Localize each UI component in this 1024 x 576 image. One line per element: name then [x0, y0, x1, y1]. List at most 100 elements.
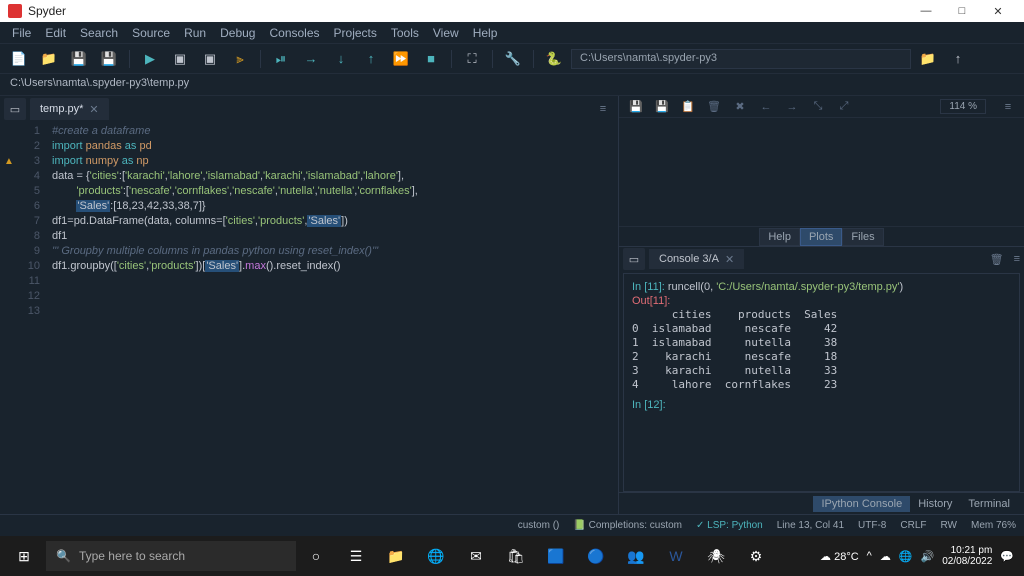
- close-button[interactable]: ✕: [980, 5, 1016, 18]
- explorer-icon[interactable]: 📁: [376, 538, 416, 574]
- chrome-icon[interactable]: 🔵: [576, 538, 616, 574]
- menu-debug[interactable]: Debug: [214, 24, 261, 42]
- code-line[interactable]: df1=pd.DataFrame(data, columns=['cities'…: [52, 214, 618, 229]
- status-lsp[interactable]: ✓ LSP: Python: [696, 520, 763, 531]
- step-button[interactable]: →: [298, 48, 324, 70]
- menu-view[interactable]: View: [427, 24, 465, 42]
- save-plot-button[interactable]: 💾: [625, 100, 647, 113]
- code-line[interactable]: import numpy as np: [52, 154, 618, 169]
- mail-icon[interactable]: ✉: [456, 538, 496, 574]
- menu-search[interactable]: Search: [74, 24, 124, 42]
- start-button[interactable]: ⊞: [4, 538, 44, 574]
- next-plot-button[interactable]: →: [781, 101, 803, 113]
- menu-run[interactable]: Run: [178, 24, 212, 42]
- minimize-button[interactable]: —: [908, 5, 944, 17]
- status-cursor-pos: Line 13, Col 41: [777, 520, 844, 531]
- right-tab-plots[interactable]: Plots: [800, 228, 842, 246]
- maximize-pane-button[interactable]: ⛶: [459, 48, 485, 70]
- volume-icon[interactable]: 🔊: [921, 550, 935, 563]
- system-clock[interactable]: 10:21 pm 02/08/2022: [942, 545, 992, 567]
- code-line[interactable]: data = {'cities':['karachi','lahore','is…: [52, 169, 618, 184]
- menu-file[interactable]: File: [6, 24, 37, 42]
- code-line[interactable]: 'products':['nescafe','cornflakes','nesc…: [52, 184, 618, 199]
- console-output[interactable]: In [11]: runcell(0, 'C:/Users/namta/.spy…: [623, 273, 1020, 492]
- code-line[interactable]: #create a dataframe: [52, 124, 618, 139]
- menu-projects[interactable]: Projects: [328, 24, 383, 42]
- continue-button[interactable]: ⏩: [388, 48, 414, 70]
- new-file-button[interactable]: 📄: [6, 48, 32, 70]
- store-icon[interactable]: 🛍: [496, 538, 536, 574]
- right-tab-help[interactable]: Help: [759, 228, 800, 246]
- code-line[interactable]: df1.groupby(['cities','products'])['Sale…: [52, 259, 618, 274]
- copy-plot-button[interactable]: 📋: [677, 100, 699, 113]
- right-tab-files[interactable]: Files: [842, 228, 883, 246]
- debug-button[interactable]: ⏯: [268, 48, 294, 70]
- tab-close-icon[interactable]: ✕: [89, 103, 98, 116]
- file-switcher-button[interactable]: ▭: [4, 98, 26, 120]
- menu-tools[interactable]: Tools: [385, 24, 425, 42]
- console-stop-button[interactable]: 🗑: [990, 253, 1004, 266]
- editor-tab-temp[interactable]: temp.py* ✕: [30, 98, 109, 120]
- step-into-button[interactable]: ↓: [328, 48, 354, 70]
- open-file-button[interactable]: 📁: [36, 48, 62, 70]
- python-path-button[interactable]: 🐍: [541, 48, 567, 70]
- console-tab-close-icon[interactable]: ✕: [725, 253, 734, 266]
- run-selection-button[interactable]: ⫸: [227, 48, 253, 70]
- edge-icon[interactable]: 🌐: [416, 538, 456, 574]
- notification-icon[interactable]: 💬: [1000, 550, 1014, 563]
- code-editor[interactable]: ▲ 12345678910111213 #create a dataframei…: [0, 122, 618, 514]
- parent-dir-button[interactable]: ↑: [945, 48, 971, 70]
- code-line[interactable]: df1: [52, 229, 618, 244]
- menu-consoles[interactable]: Consoles: [263, 24, 325, 42]
- code-line[interactable]: 'Sales':[18,23,42,33,38,7]}: [52, 199, 618, 214]
- prev-plot-button[interactable]: ←: [755, 101, 777, 113]
- preferences-button[interactable]: 🔧: [500, 48, 526, 70]
- teams-icon[interactable]: 👥: [616, 538, 656, 574]
- code-line[interactable]: import pandas as pd: [52, 139, 618, 154]
- console-tab-history[interactable]: History: [910, 496, 960, 512]
- console-options-button[interactable]: ≡: [1014, 253, 1020, 266]
- run-cell-button[interactable]: ▣: [167, 48, 193, 70]
- editor-options-button[interactable]: ≡: [592, 103, 614, 115]
- step-out-button[interactable]: ↑: [358, 48, 384, 70]
- status-encoding[interactable]: UTF-8: [858, 520, 886, 531]
- working-dir-combo[interactable]: C:\Users\namta\.spyder-py3: [571, 49, 911, 69]
- code-line[interactable]: ''' Groupby multiple columns in pandas p…: [52, 244, 618, 259]
- run-button[interactable]: ▶: [137, 48, 163, 70]
- menu-help[interactable]: Help: [467, 24, 504, 42]
- save-all-plots-button[interactable]: 💾: [651, 100, 673, 113]
- maximize-button[interactable]: □: [944, 5, 980, 17]
- console-tabstrip: ▭ Console 3/A ✕ 🗑 ≡: [619, 247, 1024, 271]
- console-tab-ipython-console[interactable]: IPython Console: [813, 496, 910, 512]
- delete-all-button[interactable]: ✖: [729, 100, 751, 113]
- console-switcher-button[interactable]: ▭: [623, 248, 645, 270]
- delete-plot-button[interactable]: 🗑: [703, 100, 725, 113]
- console-tab[interactable]: Console 3/A ✕: [649, 249, 744, 269]
- status-eol[interactable]: CRLF: [900, 520, 926, 531]
- tray-chevron-icon[interactable]: ^: [867, 550, 872, 562]
- spyder-logo-icon: [8, 4, 22, 18]
- save-button[interactable]: 💾: [66, 48, 92, 70]
- run-cell-advance-button[interactable]: ▣: [197, 48, 223, 70]
- task-view-icon[interactable]: ☰: [336, 538, 376, 574]
- zoom-level[interactable]: 114 %: [940, 99, 986, 114]
- network-icon[interactable]: 🌐: [899, 550, 913, 563]
- zoom-in-button[interactable]: ⤢: [833, 100, 855, 113]
- menu-edit[interactable]: Edit: [39, 24, 72, 42]
- cortana-icon[interactable]: ○: [296, 538, 336, 574]
- browse-dir-button[interactable]: 📁: [915, 48, 941, 70]
- taskbar-search[interactable]: 🔍 Type here to search: [46, 541, 296, 571]
- spyder-taskbar-icon[interactable]: 🕷: [696, 538, 736, 574]
- plots-options-button[interactable]: ≡: [998, 101, 1018, 113]
- menu-source[interactable]: Source: [126, 24, 176, 42]
- zoom-out-button[interactable]: ⤡: [807, 100, 829, 113]
- status-completions[interactable]: 📗 Completions: custom: [573, 520, 682, 531]
- settings-icon[interactable]: ⚙: [736, 538, 776, 574]
- app-icon-1[interactable]: 🟦: [536, 538, 576, 574]
- weather-widget[interactable]: ☁ 28°C: [820, 550, 859, 563]
- save-all-button[interactable]: 💾: [96, 48, 122, 70]
- word-icon[interactable]: W: [656, 538, 696, 574]
- onedrive-icon[interactable]: ☁: [880, 550, 891, 563]
- stop-debug-button[interactable]: ■: [418, 48, 444, 70]
- console-tab-terminal[interactable]: Terminal: [960, 496, 1018, 512]
